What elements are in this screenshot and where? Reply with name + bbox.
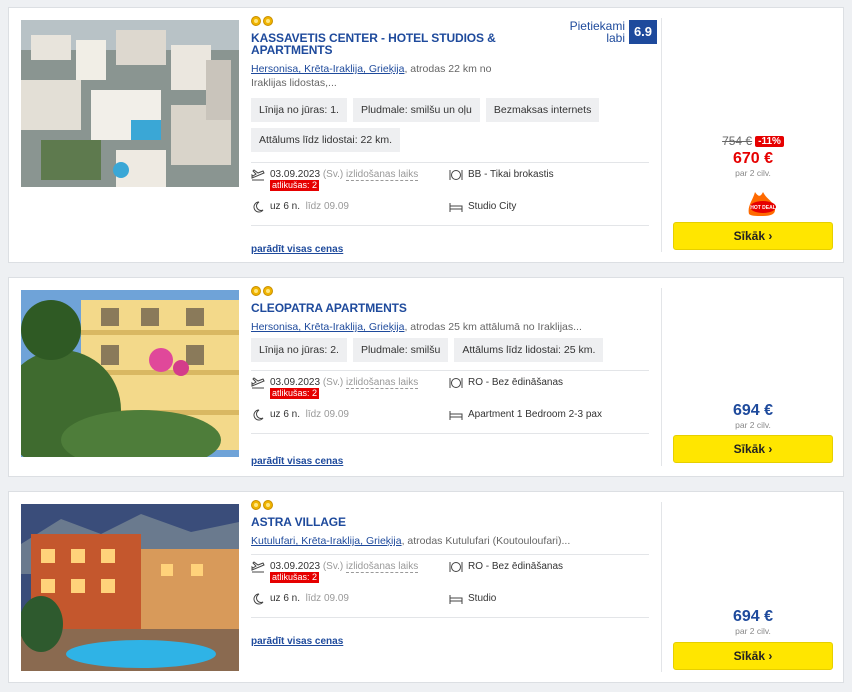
hotel-tags: Līnija no jūras: 1. Pludmale: smilšu un … bbox=[251, 98, 649, 152]
star-icon bbox=[263, 16, 273, 26]
board-type: BB - Tikai brokastis bbox=[468, 169, 554, 180]
hotel-card: KASSAVETIS CENTER - HOTEL STUDIOS & APAR… bbox=[8, 7, 844, 263]
hotel-name[interactable]: ASTRA VILLAGE bbox=[251, 516, 649, 528]
hotel-tags: Līnija no jūras: 2. Pludmale: smilšu Att… bbox=[251, 338, 649, 362]
divider bbox=[251, 433, 649, 434]
hotel-name[interactable]: KASSAVETIS CENTER - HOTEL STUDIOS & APAR… bbox=[251, 32, 511, 56]
board-type: RO - Bez ēdināšanas bbox=[468, 377, 564, 388]
per-persons: par 2 cilv. bbox=[735, 168, 771, 178]
tag: Attālums līdz lidostai: 22 km. bbox=[251, 128, 401, 152]
meal-icon bbox=[449, 562, 463, 572]
rating: Pietiekami labi 6.9 bbox=[570, 20, 657, 44]
show-all-prices-link[interactable]: parādīt visas cenas bbox=[251, 636, 343, 647]
divider bbox=[251, 225, 649, 226]
hotel-stars bbox=[251, 500, 649, 512]
departure-date: 03.09.2023 bbox=[270, 561, 321, 572]
price-box: 694 € par 2 cilv. bbox=[673, 608, 833, 636]
favorite-heart-icon[interactable] bbox=[222, 510, 239, 671]
moon-icon bbox=[253, 201, 264, 213]
tag: Līnija no jūras: 2. bbox=[251, 338, 347, 362]
column-divider bbox=[661, 18, 662, 252]
tag: Pludmale: smilšu bbox=[352, 338, 449, 362]
plane-icon bbox=[251, 561, 265, 573]
moon-icon bbox=[253, 409, 264, 421]
hotel-card: CLEOPATRA APARTMENTS Hersonisa, Krēta-Ir… bbox=[8, 277, 844, 477]
favorite-heart-icon[interactable] bbox=[222, 26, 239, 187]
details-button[interactable]: Sīkāk › bbox=[673, 642, 833, 670]
duration: uz 6 n. bbox=[270, 593, 301, 604]
bed-icon bbox=[449, 411, 463, 420]
star-icon bbox=[251, 500, 261, 510]
per-persons: par 2 cilv. bbox=[735, 420, 771, 430]
star-icon bbox=[263, 500, 273, 510]
location-link[interactable]: Hersonisa, Krēta-Iraklija, Grieķija bbox=[251, 321, 404, 333]
meal-icon bbox=[449, 170, 463, 180]
hotel-location: Hersonisa, Krēta-Iraklija, Grieķija, atr… bbox=[251, 321, 582, 333]
duration: uz 6 n. bbox=[270, 409, 301, 420]
hotel-card: ASTRA VILLAGE Kutulufari, Krēta-Iraklija… bbox=[8, 491, 844, 683]
room-type: Studio City bbox=[468, 201, 517, 212]
plane-icon bbox=[251, 377, 265, 389]
svg-text:HOT DEAL: HOT DEAL bbox=[750, 205, 776, 211]
details-button[interactable]: Sīkāk › bbox=[673, 435, 833, 463]
location-link[interactable]: Hersonisa, Krēta-Iraklija, Grieķija bbox=[251, 63, 404, 75]
hotel-name[interactable]: CLEOPATRA APARTMENTS bbox=[251, 302, 649, 314]
departure-time-link[interactable]: izlidošanas laiks bbox=[346, 169, 419, 181]
per-persons: par 2 cilv. bbox=[735, 626, 771, 636]
favorite-heart-icon[interactable] bbox=[222, 296, 239, 457]
location-link[interactable]: Kutulufari, Krēta-Iraklija, Grieķija bbox=[251, 535, 402, 547]
hotel-photo[interactable] bbox=[21, 20, 239, 187]
show-all-prices-link[interactable]: parādīt visas cenas bbox=[251, 456, 343, 467]
hotel-stars bbox=[251, 286, 649, 298]
room-type: Apartment 1 Bedroom 2-3 pax bbox=[468, 409, 602, 420]
departure-date: 03.09.2023 bbox=[270, 169, 321, 180]
star-icon bbox=[251, 16, 261, 26]
remaining-badge: atlikušas: 2 bbox=[270, 572, 320, 583]
moon-icon bbox=[253, 593, 264, 605]
departure-time-link[interactable]: izlidošanas laiks bbox=[346, 377, 419, 389]
price-box: 694 € par 2 cilv. bbox=[673, 402, 833, 430]
room-type: Studio bbox=[468, 593, 497, 604]
hotel-photo[interactable] bbox=[21, 290, 239, 457]
bed-icon bbox=[449, 203, 463, 212]
old-price: 754 € bbox=[722, 134, 753, 148]
hotel-location: Hersonisa, Krēta-Iraklija, Grieķija, atr… bbox=[251, 63, 492, 89]
duration: uz 6 n. bbox=[270, 201, 301, 212]
column-divider bbox=[661, 502, 662, 672]
star-icon bbox=[263, 286, 273, 296]
remaining-badge: atlikušas: 2 bbox=[270, 388, 320, 399]
tag: Bezmaksas internets bbox=[485, 98, 600, 122]
details-button[interactable]: Sīkāk › bbox=[673, 222, 833, 250]
tag: Attālums līdz lidostai: 25 km. bbox=[454, 338, 604, 362]
star-icon bbox=[251, 286, 261, 296]
divider bbox=[251, 617, 649, 618]
discount-badge: -11% bbox=[755, 136, 784, 147]
plane-icon bbox=[251, 169, 265, 181]
price: 694 € bbox=[732, 608, 774, 625]
departure-time-link[interactable]: izlidošanas laiks bbox=[346, 561, 419, 573]
price: 694 € bbox=[732, 402, 774, 419]
rating-score: 6.9 bbox=[629, 20, 657, 44]
hotel-photo[interactable] bbox=[21, 504, 239, 671]
meal-icon bbox=[449, 378, 463, 388]
board-type: RO - Bez ēdināšanas bbox=[468, 561, 564, 572]
tag: Pludmale: smilšu un oļu bbox=[352, 98, 480, 122]
column-divider bbox=[661, 288, 662, 466]
hot-deal-icon: HOT DEAL bbox=[748, 192, 776, 216]
price-box: 754 € -11% 670 € par 2 cilv. bbox=[673, 132, 833, 178]
departure-date: 03.09.2023 bbox=[270, 377, 321, 388]
hotel-location: Kutulufari, Krēta-Iraklija, Grieķija, at… bbox=[251, 535, 571, 547]
price: 670 € bbox=[732, 150, 774, 167]
show-all-prices-link[interactable]: parādīt visas cenas bbox=[251, 244, 343, 255]
tag: Līnija no jūras: 1. bbox=[251, 98, 347, 122]
remaining-badge: atlikušas: 2 bbox=[270, 180, 320, 191]
bed-icon bbox=[449, 595, 463, 604]
